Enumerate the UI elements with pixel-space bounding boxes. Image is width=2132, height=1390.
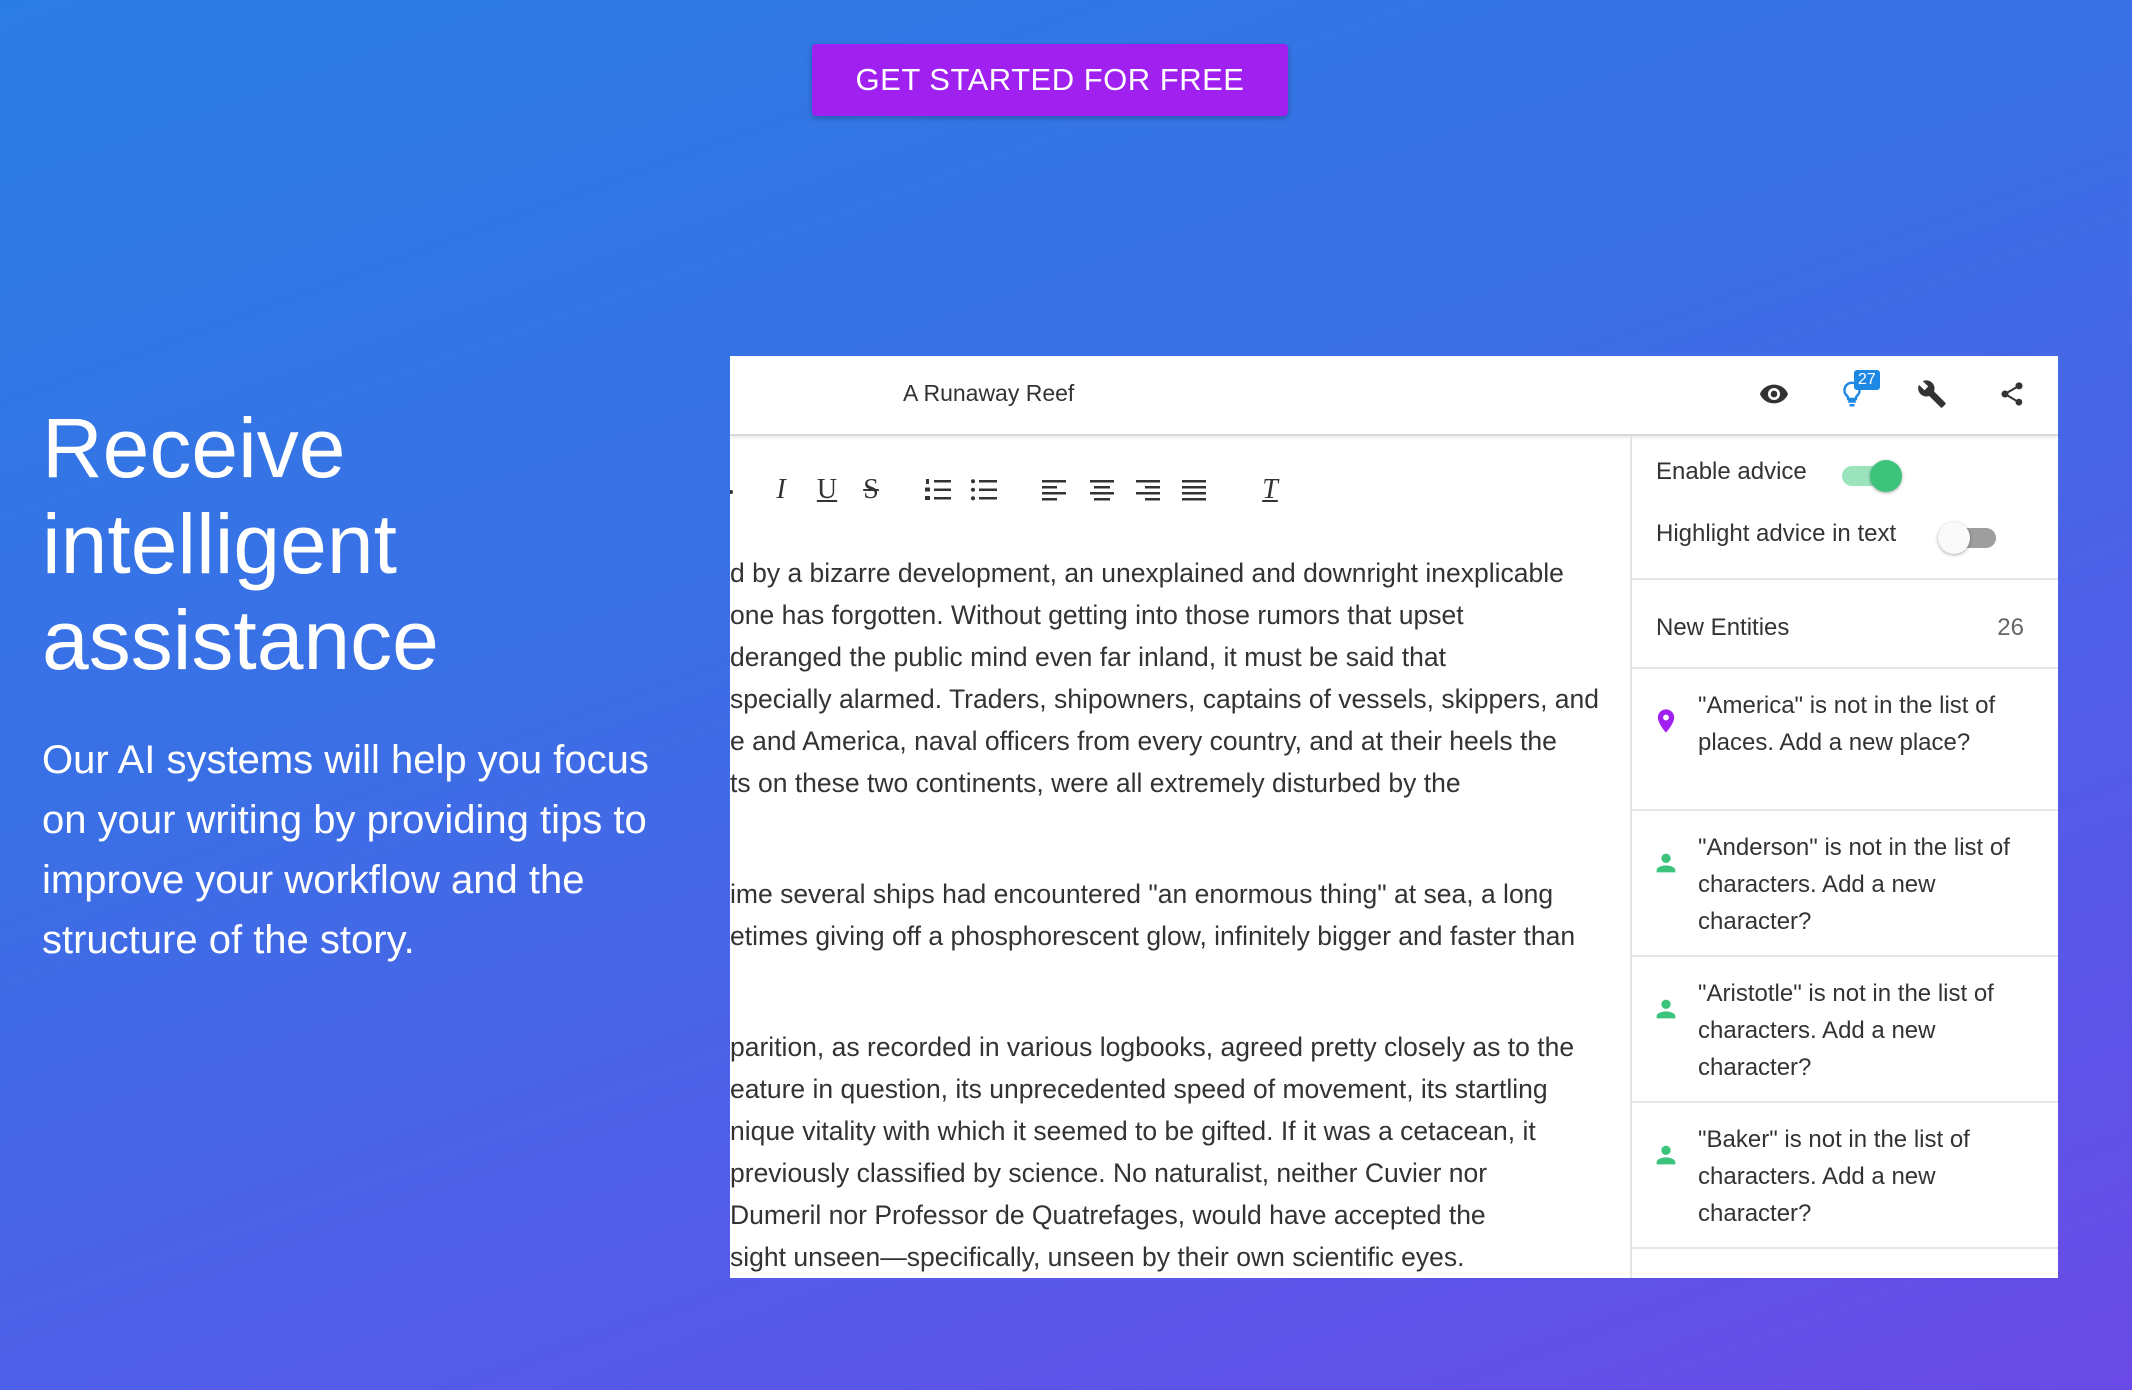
entity-suggestion-line: characters. Add a new <box>1698 1163 1936 1190</box>
editor-paragraph: ime several ships had encountered "an en… <box>730 873 1630 957</box>
align-center-icon[interactable] <box>1084 472 1120 508</box>
map-pin-icon <box>1652 707 1680 735</box>
hero-title-line: intelligent <box>42 497 397 591</box>
advice-sidebar: Enable advice Highlight advice in text N… <box>1630 436 2058 1278</box>
text-editor[interactable]: I U S T d by a bizarre development, an u… <box>730 436 1630 1278</box>
highlight-advice-toggle[interactable] <box>1938 522 2002 554</box>
entity-suggestion[interactable]: "Baker" is not in the list of characters… <box>1632 1103 2058 1247</box>
italic-button[interactable]: I <box>764 472 798 508</box>
get-started-button[interactable]: GET STARTED FOR FREE <box>812 44 1288 116</box>
hero-description-line: improve your workflow and the <box>42 858 585 902</box>
editor-line: d by a bizarre development, an unexplain… <box>730 558 1564 588</box>
formatting-toolbar: I U S T <box>730 472 1630 512</box>
align-right-icon[interactable] <box>1130 472 1166 508</box>
enable-advice-label: Enable advice <box>1656 458 1807 485</box>
highlight-advice-label: Highlight advice in text <box>1656 520 1897 547</box>
editor-line: Dumeril nor Professor de Quatrefages, wo… <box>730 1200 1486 1230</box>
toolbar-partial-button[interactable] <box>730 472 738 508</box>
person-icon <box>1652 849 1680 877</box>
toggle-knob <box>1870 460 1902 492</box>
entity-suggestion-line: places. Add a new place? <box>1698 729 1971 756</box>
divider <box>1632 578 2058 580</box>
entity-suggestion-line: "Aristotle" is not in the list of <box>1698 980 1994 1007</box>
align-left-icon[interactable] <box>1036 472 1072 508</box>
new-entities-label: New Entities <box>1656 614 1790 641</box>
lightbulb-icon[interactable]: 27 <box>1834 370 1880 412</box>
editor-paragraph: d by a bizarre development, an unexplain… <box>730 552 1630 804</box>
bulleted-list-icon[interactable] <box>966 472 1002 508</box>
entity-suggestion-line: character? <box>1698 908 1812 935</box>
hero-title: Receive intelligent assistance <box>42 400 682 688</box>
document-title: A Runaway Reef <box>903 380 1075 406</box>
hero-description-line: Our AI systems will help you focus <box>42 738 649 782</box>
entity-suggestion-text: "America" is not in the list of places. … <box>1698 687 2038 761</box>
entity-suggestion-line: characters. Add a new <box>1698 1017 1936 1044</box>
app-preview-window: A Runaway Reef 27 I U S T d by a bizarre… <box>730 356 2058 1278</box>
editor-line: deranged the public mind even far inland… <box>730 642 1446 672</box>
new-entities-count: 26 <box>1997 614 2024 641</box>
enable-advice-toggle[interactable] <box>1838 460 1902 492</box>
entity-suggestion[interactable]: "Anderson" is not in the list of charact… <box>1632 811 2058 955</box>
editor-line: one has forgotten. Without getting into … <box>730 600 1464 630</box>
person-icon <box>1652 1141 1680 1169</box>
underline-button[interactable]: U <box>810 472 844 508</box>
editor-line: ime several ships had encountered "an en… <box>730 879 1554 909</box>
toggle-knob <box>1938 522 1970 554</box>
wrench-icon[interactable] <box>1914 376 1950 412</box>
entity-suggestion-line: character? <box>1698 1054 1812 1081</box>
hero-title-line: Receive <box>42 401 346 495</box>
clear-formatting-button[interactable]: T <box>1252 472 1288 508</box>
editor-paragraph: parition, as recorded in various logbook… <box>730 1026 1630 1278</box>
eye-icon[interactable] <box>1756 376 1792 412</box>
editor-line: nique vitality with which it seemed to b… <box>730 1116 1536 1146</box>
editor-line: etimes giving off a phosphorescent glow,… <box>730 921 1576 951</box>
editor-line: e and America, naval officers from every… <box>730 726 1557 756</box>
editor-line: eature in question, its unprecedented sp… <box>730 1074 1548 1104</box>
editor-line: parition, as recorded in various logbook… <box>730 1032 1575 1062</box>
entity-suggestion-text: "Baker" is not in the list of characters… <box>1698 1121 2038 1232</box>
entity-suggestion-line: "America" is not in the list of <box>1698 692 1996 719</box>
entity-suggestion-line: "Anderson" is not in the list of <box>1698 834 2010 861</box>
app-header: A Runaway Reef 27 <box>730 356 2058 436</box>
strikethrough-button[interactable]: S <box>854 472 888 508</box>
entity-suggestion-line: characters. Add a new <box>1698 871 1936 898</box>
editor-content[interactable]: d by a bizarre development, an unexplain… <box>730 552 1630 1278</box>
hero-title-line: assistance <box>42 593 439 687</box>
entity-suggestion-line: "Baker" is not in the list of <box>1698 1126 1970 1153</box>
editor-line: sight unseen—specifically, unseen by the… <box>730 1242 1465 1272</box>
entity-suggestion[interactable]: "America" is not in the list of places. … <box>1632 669 2058 809</box>
entity-suggestion-text: "Anderson" is not in the list of charact… <box>1698 829 2038 940</box>
ordered-list-icon[interactable] <box>920 472 956 508</box>
hero-description-line: on your writing by providing tips to <box>42 798 647 842</box>
hero-description: Our AI systems will help you focus on yo… <box>42 730 692 970</box>
editor-line: specially alarmed. Traders, shipowners, … <box>730 684 1600 714</box>
advice-count-badge: 27 <box>1854 370 1880 390</box>
entity-suggestion-line: character? <box>1698 1200 1812 1227</box>
editor-line: previously classified by science. No nat… <box>730 1158 1488 1188</box>
editor-line: ts on these two continents, were all ext… <box>730 768 1461 798</box>
divider <box>1632 1247 2058 1249</box>
entity-suggestion-text: "Aristotle" is not in the list of charac… <box>1698 975 2038 1086</box>
entity-suggestion[interactable]: "Aristotle" is not in the list of charac… <box>1632 957 2058 1101</box>
align-justify-icon[interactable] <box>1176 472 1212 508</box>
person-icon <box>1652 995 1680 1023</box>
share-icon[interactable] <box>1994 376 2030 412</box>
hero-description-line: structure of the story. <box>42 918 415 962</box>
